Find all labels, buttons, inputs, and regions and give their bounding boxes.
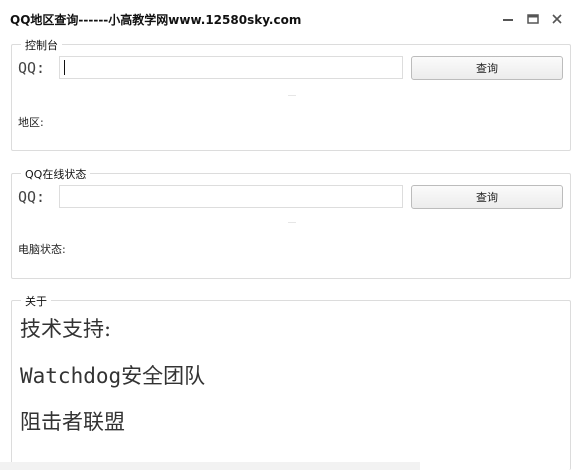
close-icon [552,14,562,24]
qq-region-input[interactable] [59,56,403,79]
status-bar [0,462,420,470]
text-caret [64,60,65,75]
qq-status-input[interactable] [59,185,403,208]
maximize-icon [527,14,539,24]
online-status-group-legend: QQ在线状态 [21,166,91,182]
window-title: QQ地区查询------小高教学网www.12580sky.com [10,13,302,27]
minimize-icon [503,19,513,21]
about-line-alliance: 阻击者联盟 [20,410,125,434]
minimize-button[interactable] [499,10,517,28]
about-group-legend: 关于 [21,293,51,309]
about-line-support: 技术支持: [20,317,112,341]
console-group-legend: 控制台 [21,37,62,53]
about-line-team: Watchdog安全团队 [20,364,206,388]
maximize-button[interactable] [524,10,542,28]
pc-status-label: 电脑状态: [18,243,66,256]
status-query-button[interactable]: 查询 [411,185,563,209]
region-query-button[interactable]: 查询 [411,56,563,80]
divider-mark [288,95,296,96]
close-button[interactable] [548,10,566,28]
qq-label: QQ: [18,188,46,206]
divider-mark [288,222,296,223]
region-label: 地区: [18,116,44,129]
qq-label: QQ: [18,59,46,77]
about-group: 关于 技术支持: Watchdog安全团队 阻击者联盟 [11,293,571,470]
title-bar: QQ地区查询------小高教学网www.12580sky.com [0,0,572,36]
